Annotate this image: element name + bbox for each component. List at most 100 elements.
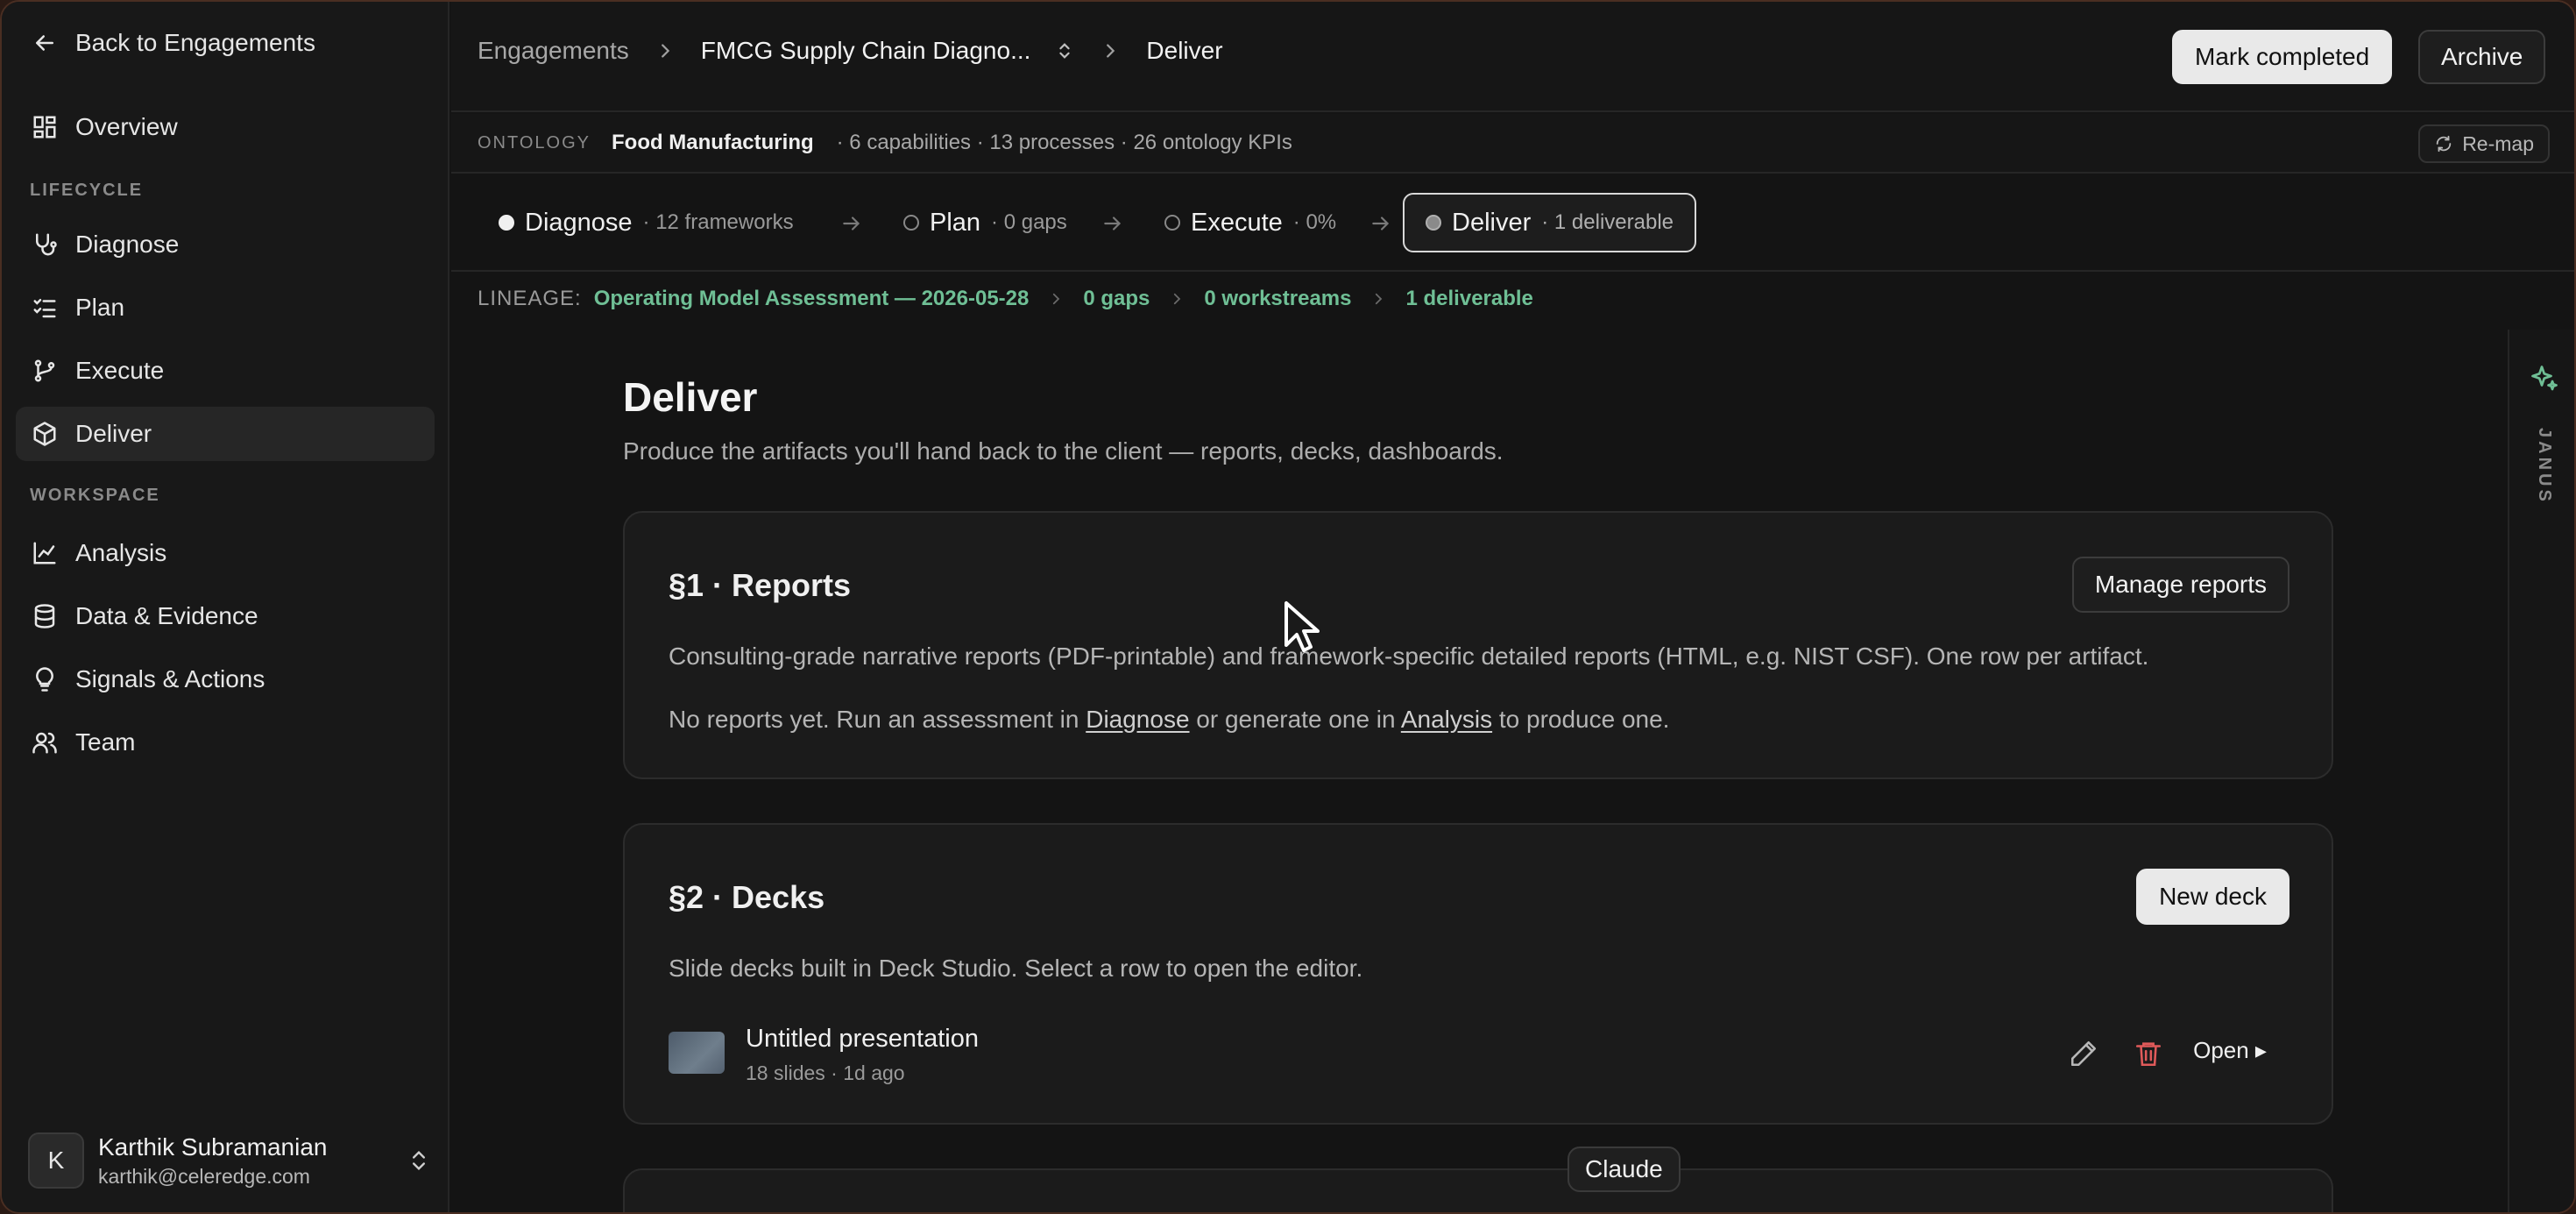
diagnose-link[interactable]: Diagnose — [1086, 706, 1189, 733]
sidebar-item-plan[interactable]: Plan — [16, 280, 435, 335]
mark-completed-button[interactable]: Mark completed — [2172, 30, 2393, 84]
ontology-stats: · 6 capabilities · 13 processes · 26 ont… — [836, 131, 1292, 154]
analysis-link[interactable]: Analysis — [1401, 706, 1492, 733]
engagement-switcher-icon[interactable] — [1055, 41, 1074, 60]
layout-grid-icon — [33, 116, 56, 138]
sidebar-item-label: Analysis — [75, 539, 167, 566]
sidebar-item-deliver[interactable]: Deliver — [16, 407, 435, 461]
line-chart-icon — [33, 542, 56, 564]
stage-status-dot — [499, 215, 514, 231]
new-deck-button[interactable]: New deck — [2136, 869, 2289, 925]
breadcrumb: Engagements FMCG Supply Chain Diagno... … — [478, 37, 1223, 65]
lightbulb-icon — [36, 667, 53, 692]
top-bar: Engagements FMCG Supply Chain Diagno... … — [451, 2, 2574, 112]
git-branch-icon — [34, 359, 55, 382]
sidebar-item-signals-actions[interactable]: Signals & Actions — [16, 652, 435, 706]
stage-status-dot — [1164, 215, 1180, 231]
arrow-right-icon — [1369, 212, 1392, 235]
sparkles-icon[interactable] — [2529, 363, 2560, 394]
lineage-workstreams-link[interactable]: 0 workstreams — [1204, 287, 1351, 311]
chevron-right-icon — [1048, 291, 1064, 307]
sidebar-item-label: Signals & Actions — [75, 665, 265, 692]
stage-plan[interactable]: Plan · 0 gaps — [882, 193, 1088, 252]
arrow-right-icon — [840, 212, 863, 235]
avatar: K — [28, 1132, 84, 1189]
reports-description: Consulting-grade narrative reports (PDF-… — [669, 642, 2149, 670]
back-label: Back to Engagements — [75, 29, 315, 56]
trash-icon[interactable] — [2134, 1039, 2163, 1068]
page-title: Deliver — [623, 374, 758, 420]
stage-meta: · 1 deliverable — [1541, 210, 1674, 234]
arrow-right-icon — [1101, 212, 1124, 235]
stage-meta: · 0% — [1292, 210, 1337, 234]
stage-name: Execute — [1191, 208, 1283, 237]
chevrons-up-down-icon — [413, 1151, 425, 1170]
sidebar-item-label: Diagnose — [75, 231, 180, 258]
decks-title: §2 · Decks — [669, 879, 825, 915]
sidebar-item-label: Execute — [75, 357, 165, 384]
reports-title: §1 · Reports — [669, 567, 852, 603]
stethoscope-icon — [36, 233, 57, 256]
workspace-section-label: WORKSPACE — [30, 486, 160, 505]
lineage-gaps-link[interactable]: 0 gaps — [1083, 287, 1150, 311]
ontology-label: ONTOLOGY — [478, 132, 591, 153]
reports-empty-state: No reports yet. Run an assessment in Dia… — [669, 706, 1670, 733]
breadcrumb-engagements[interactable]: Engagements — [478, 37, 629, 65]
janus-label[interactable]: JANUS — [2534, 428, 2554, 505]
sidebar-item-analysis[interactable]: Analysis — [16, 526, 435, 580]
list-checks-icon — [33, 299, 56, 318]
archive-button[interactable]: Archive — [2418, 30, 2546, 84]
user-email: karthik@celeredge.com — [98, 1164, 310, 1188]
sidebar-item-execute[interactable]: Execute — [16, 344, 435, 398]
back-to-engagements-link[interactable]: Back to Engagements — [16, 16, 435, 70]
refresh-icon — [2436, 135, 2452, 153]
sidebar-item-data-evidence[interactable]: Data & Evidence — [16, 589, 435, 643]
lineage-label: LINEAGE: — [478, 287, 582, 310]
database-icon — [34, 604, 55, 628]
stage-deliver[interactable]: Deliver · 1 deliverable — [1403, 193, 1696, 252]
stage-diagnose[interactable]: Diagnose · 12 frameworks — [478, 193, 815, 252]
sidebar-item-diagnose[interactable]: Diagnose — [16, 217, 435, 272]
stage-meta: · 0 gaps — [991, 210, 1067, 234]
breadcrumb-engagement-name[interactable]: FMCG Supply Chain Diagno... — [701, 37, 1031, 65]
sidebar-item-team[interactable]: Team — [16, 715, 435, 770]
janus-rail: JANUS — [2508, 330, 2574, 1212]
sidebar-item-label: Deliver — [75, 420, 152, 447]
deck-row[interactable]: Untitled presentation 18 slides · 1d ago… — [669, 1019, 2289, 1090]
stage-status-dot — [903, 215, 919, 231]
users-icon — [32, 732, 57, 754]
manage-reports-button[interactable]: Manage reports — [2071, 557, 2289, 613]
reports-card: §1 · Reports Manage reports Consulting-g… — [623, 511, 2333, 779]
lifecycle-stepper: Diagnose · 12 frameworks Plan · 0 gaps E… — [451, 175, 2574, 272]
remap-label: Re-map — [2462, 131, 2534, 155]
open-deck-button[interactable]: Open ▸ — [2193, 1037, 2267, 1064]
sidebar-item-overview[interactable]: Overview — [16, 100, 435, 154]
lineage-assessment-link[interactable]: Operating Model Assessment — 2026-05-28 — [594, 287, 1030, 311]
lineage-deliverables-link[interactable]: 1 deliverable — [1405, 287, 1532, 311]
deck-name: Untitled presentation — [746, 1025, 979, 1053]
lineage-bar: LINEAGE: Operating Model Assessment — 20… — [478, 287, 1533, 311]
sidebar-item-label: Team — [75, 728, 136, 756]
sidebar: Back to Engagements Overview LIFECYCLE D… — [2, 2, 449, 1212]
sidebar-item-label: Plan — [75, 294, 125, 321]
next-section-card — [623, 1168, 2333, 1212]
breadcrumb-current: Deliver — [1146, 37, 1223, 64]
ontology-bar: ONTOLOGY Food Manufacturing · 6 capabili… — [451, 114, 2574, 174]
pencil-icon[interactable] — [2069, 1039, 2098, 1068]
arrow-left-icon — [36, 35, 53, 51]
user-name: Karthik Subramanian — [98, 1132, 328, 1161]
deck-meta: 18 slides · 1d ago — [746, 1061, 905, 1084]
chevron-right-icon — [1100, 41, 1120, 60]
page-subtitle: Produce the artifacts you'll hand back t… — [623, 437, 1504, 465]
chevron-right-icon — [1370, 291, 1386, 307]
stage-execute[interactable]: Execute · 0% — [1143, 193, 1357, 252]
user-menu[interactable]: K Karthik Subramanian karthik@celeredge.… — [28, 1131, 431, 1190]
deck-thumbnail — [669, 1032, 725, 1074]
claude-tooltip: Claude — [1568, 1147, 1681, 1192]
mouse-cursor-icon — [1283, 600, 1321, 654]
chevron-right-icon — [655, 41, 675, 60]
stage-name: Diagnose — [525, 208, 633, 237]
remap-button[interactable]: Re-map — [2418, 124, 2550, 163]
stage-meta: · 12 frameworks — [642, 210, 794, 234]
decks-card: §2 · Decks New deck Slide decks built in… — [623, 823, 2333, 1125]
